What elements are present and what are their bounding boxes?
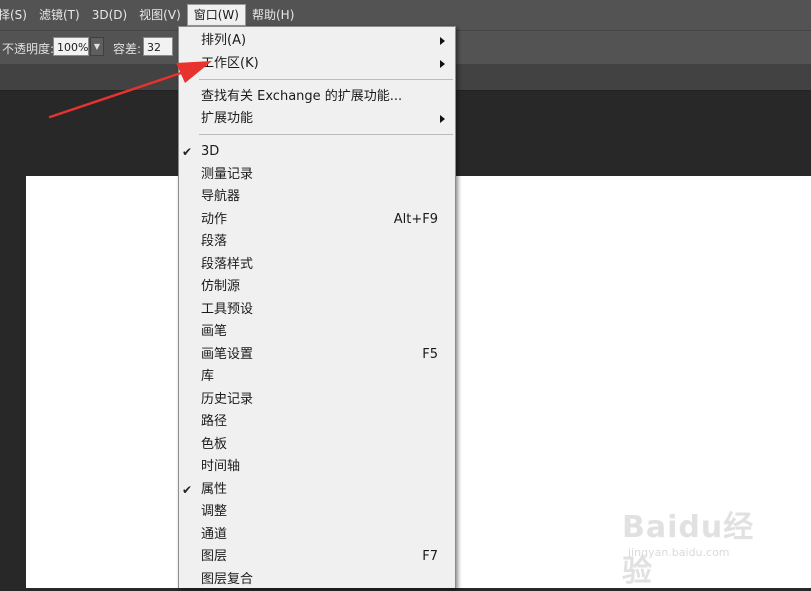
checkmark-icon: ✔ — [182, 482, 193, 497]
menu-select[interactable]: 择(S) — [0, 4, 33, 26]
menu-item-panel[interactable]: 图层 F7 — [179, 546, 455, 568]
menu-help[interactable]: 帮助(H) — [246, 4, 300, 26]
menu-item-panel[interactable]: 段落样式 — [179, 254, 455, 276]
tolerance-input[interactable]: 32 — [143, 37, 173, 56]
checkmark-icon: ✔ — [182, 145, 193, 159]
menu-view[interactable]: 视图(V) — [133, 4, 187, 26]
menu-item-panel[interactable]: 工具预设 — [179, 299, 455, 321]
opacity-dropdown-icon[interactable]: ▼ — [90, 37, 104, 56]
menu-item-shortcut: F7 — [422, 549, 438, 564]
menu-item-panel[interactable]: 仿制源 — [179, 276, 455, 298]
watermark-site: jingyan.baidu.com — [628, 546, 730, 559]
menu-item-label: 路径 — [201, 414, 228, 429]
menu-item-label: 库 — [201, 369, 215, 384]
submenu-arrow-icon — [440, 115, 445, 123]
menu-item-label: 工具预设 — [201, 301, 254, 317]
menu-item-label: 3D — [201, 144, 220, 159]
menu-filter[interactable]: 滤镜(T) — [33, 4, 86, 26]
menu-item-label: 段落 — [201, 234, 228, 249]
menu-item-label: 查找有关 Exchange 的扩展功能... — [201, 89, 403, 104]
menu-item-shortcut: F5 — [422, 346, 438, 362]
menu-item-label: 时间轴 — [201, 459, 241, 474]
menu-item-panel[interactable]: 通道 — [179, 524, 455, 546]
menu-item-label: 图层 — [201, 549, 228, 564]
tolerance-label: 容差: — [113, 42, 142, 56]
menu-item-extensions[interactable]: 扩展功能 — [179, 108, 455, 130]
menu-item-panel[interactable]: 画笔设置 F5 — [179, 344, 455, 366]
opacity-input[interactable]: 100% — [53, 37, 89, 56]
menu-item-panel[interactable]: 路径 — [179, 411, 455, 433]
menu-item-label: 色板 — [201, 436, 228, 452]
menu-item-shortcut: Alt+F9 — [393, 211, 438, 227]
menu-item-label: 测量记录 — [201, 166, 254, 182]
menu-item-label: 历史记录 — [201, 391, 254, 407]
menu-separator — [199, 134, 453, 135]
menu-item-panel[interactable]: 库 — [179, 366, 455, 388]
menu-item-panel[interactable]: 测量记录 — [179, 164, 455, 186]
menu-window[interactable]: 窗口(W) — [186, 4, 246, 26]
window-menu: 排列(A) 工作区(K) 查找有关 Exchange 的扩展功能... 扩展功能… — [178, 26, 456, 588]
menu-item-label: 画笔设置 — [201, 346, 254, 362]
menu-item-label: 排列(A) — [201, 33, 247, 48]
submenu-arrow-icon — [440, 37, 445, 45]
menu-item-label: 仿制源 — [201, 279, 241, 294]
opacity-label: 不透明度: — [2, 42, 55, 56]
menu-item-workspace[interactable]: 工作区(K) — [179, 53, 455, 75]
baidu-watermark: Baidu经验 jingyan.baidu.com — [622, 502, 782, 589]
menu-item-label: 工作区(K) — [201, 56, 259, 71]
menu-item-panel[interactable]: ✔ 3D — [179, 141, 455, 163]
menu-item-panel[interactable]: 图层复合 — [179, 569, 455, 591]
menu-item-find-extensions[interactable]: 查找有关 Exchange 的扩展功能... — [179, 86, 455, 108]
menu-item-label: 画笔 — [201, 324, 228, 339]
menu-item-panel[interactable]: 调整 — [179, 501, 455, 523]
menu-item-panel[interactable]: ✔ 属性 — [179, 479, 455, 501]
menu-item-panel[interactable]: 导航器 — [179, 186, 455, 208]
menu-item-label: 属性 — [201, 481, 228, 497]
menu-item-panel[interactable]: 时间轴 — [179, 456, 455, 478]
menu-item-panel[interactable]: 色板 — [179, 434, 455, 456]
menu-item-label: 扩展功能 — [201, 111, 254, 126]
submenu-arrow-icon — [440, 60, 445, 68]
menu-3d[interactable]: 3D(D) — [86, 4, 133, 26]
menu-separator — [199, 79, 453, 80]
menu-item-label: 段落样式 — [201, 256, 254, 272]
menu-item-label: 动作 — [201, 211, 228, 227]
menu-item-label: 调整 — [201, 504, 228, 519]
menu-item-panel[interactable]: 历史记录 — [179, 389, 455, 411]
menu-item-panel[interactable]: 画笔 — [179, 321, 455, 343]
menu-item-label: 通道 — [201, 526, 228, 542]
menu-item-label: 导航器 — [201, 189, 241, 204]
menu-item-panel[interactable]: 动作 Alt+F9 — [179, 209, 455, 231]
menu-item-label: 图层复合 — [201, 571, 254, 587]
menu-item-panel[interactable]: 段落 — [179, 231, 455, 253]
menu-item-arrange[interactable]: 排列(A) — [179, 30, 455, 52]
